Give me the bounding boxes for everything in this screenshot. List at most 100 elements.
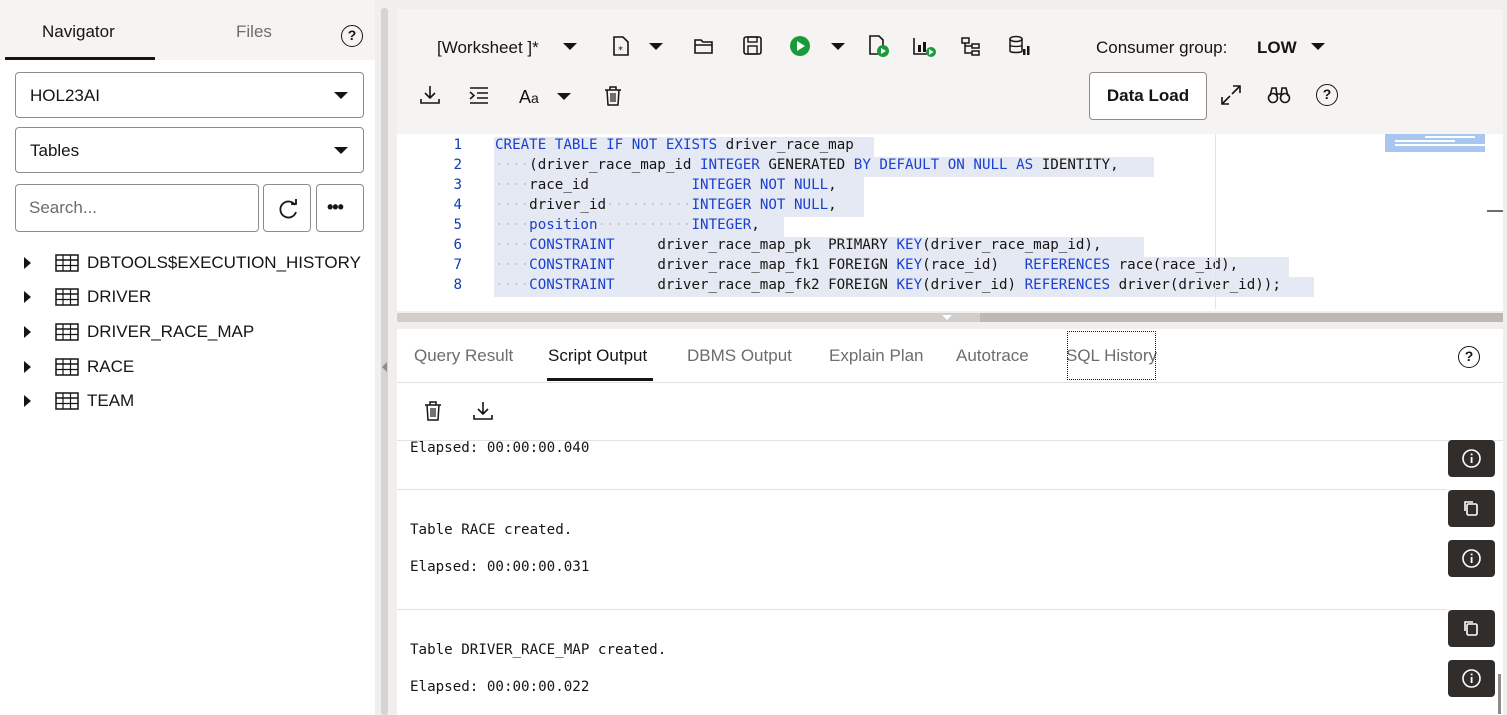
code-line[interactable]: 2 ····(driver_race_map_id INTEGER GENERAT…	[397, 157, 1503, 177]
clear-output-trash-icon[interactable]	[423, 400, 443, 422]
expand-caret-icon[interactable]	[24, 361, 31, 373]
code-line[interactable]: 1 CREATE TABLE IF NOT EXISTS driver_race_…	[397, 137, 1503, 157]
tree-item[interactable]: DRIVER	[20, 285, 151, 309]
font-case-icon[interactable]: Aa	[519, 87, 539, 108]
code-line[interactable]: 6 ····CONSTRAINT driver_race_map_pk PRIMA…	[397, 237, 1503, 257]
explain-plan-icon[interactable]	[912, 34, 938, 58]
consumer-group-label: Consumer group:	[1096, 38, 1228, 57]
code-line[interactable]: 3 ····race_id INTEGER NOT NULL,	[397, 177, 1503, 197]
trash-icon[interactable]	[603, 85, 623, 107]
tab-dbms-output[interactable]: DBMS Output	[687, 346, 792, 366]
output-tabs: Query Result Script Output DBMS Output E…	[397, 329, 1503, 383]
tree-item[interactable]: RACE	[20, 355, 134, 379]
new-worksheet-icon[interactable]: *	[610, 35, 632, 57]
expand-caret-icon[interactable]	[24, 257, 31, 269]
help-icon[interactable]: ?	[341, 25, 363, 47]
data-load-button[interactable]: Data Load	[1089, 72, 1207, 120]
line-number: 5	[453, 217, 462, 233]
worksheet-toolbar: [Worksheet ]* * Consumer group: LOW Aa D…	[397, 9, 1503, 134]
info-button[interactable]	[1448, 660, 1495, 697]
output-line: Elapsed: 00:00:00.022	[410, 679, 590, 695]
refresh-button[interactable]	[263, 184, 311, 232]
split-handle-icon[interactable]	[942, 315, 952, 320]
expand-caret-icon[interactable]	[24, 395, 31, 407]
table-icon	[55, 358, 79, 376]
chevron-down-icon[interactable]	[831, 43, 845, 50]
output-separator	[397, 489, 1447, 490]
line-number: 4	[453, 197, 462, 213]
line-number: 7	[453, 257, 462, 273]
tree-item[interactable]: DBTOOLS$EXECUTION_HISTORY	[20, 251, 361, 275]
run-script-icon[interactable]	[867, 34, 891, 58]
open-folder-icon[interactable]	[693, 36, 715, 56]
code-line[interactable]: 4 ····driver_id··········INTEGER NOT NULL…	[397, 197, 1503, 217]
code-text: ····driver_id··········INTEGER NOT NULL,	[495, 197, 837, 213]
output-line: Elapsed: 00:00:00.040	[410, 440, 590, 456]
worksheet-selector[interactable]: [Worksheet ]*	[437, 38, 539, 58]
code-text: ····CONSTRAINT driver_race_map_pk PRIMAR…	[495, 237, 1102, 253]
tab-explain-plan[interactable]: Explain Plan	[829, 346, 924, 366]
code-line[interactable]: 5 ····position···········INTEGER,	[397, 217, 1503, 237]
tree-item[interactable]: TEAM	[20, 389, 134, 413]
copy-button[interactable]	[1448, 490, 1495, 527]
scrollbar-thumb[interactable]	[980, 313, 1503, 322]
schema-select[interactable]: HOL23AI	[15, 72, 364, 118]
expand-icon[interactable]	[1220, 84, 1242, 106]
more-actions-button[interactable]: •••	[316, 184, 364, 232]
chevron-down-icon[interactable]	[563, 43, 577, 50]
svg-text:*: *	[618, 45, 623, 56]
collapse-arrow-icon[interactable]	[382, 362, 387, 372]
minimap-line	[1395, 144, 1485, 146]
run-statement-icon[interactable]	[789, 35, 811, 57]
find-binoculars-icon[interactable]	[1267, 85, 1291, 105]
code-text: ····(driver_race_map_id INTEGER GENERATE…	[495, 157, 1119, 173]
code-text: ····position···········INTEGER,	[495, 217, 760, 233]
expand-caret-icon[interactable]	[24, 291, 31, 303]
tab-script-output[interactable]: Script Output	[548, 346, 647, 366]
more-icon: •••	[327, 197, 344, 217]
download-icon[interactable]	[419, 84, 441, 106]
copy-icon	[1464, 621, 1478, 636]
refresh-icon	[279, 199, 297, 219]
info-button[interactable]	[1448, 540, 1495, 577]
line-number: 2	[453, 157, 462, 173]
tab-files[interactable]: Files	[236, 22, 272, 42]
download-output-icon[interactable]	[472, 400, 494, 422]
copy-button[interactable]	[1448, 610, 1495, 647]
line-number: 1	[453, 137, 462, 153]
expand-caret-icon[interactable]	[24, 326, 31, 338]
consumer-group-select[interactable]: LOW	[1257, 38, 1297, 58]
editor-horizontal-scrollbar[interactable]	[397, 313, 1503, 322]
editor-ruler	[1215, 134, 1216, 309]
table-icon	[55, 254, 79, 272]
format-indent-icon[interactable]	[468, 86, 490, 106]
help-icon[interactable]: ?	[1458, 346, 1480, 368]
tab-navigator[interactable]: Navigator	[42, 22, 115, 42]
focus-outline	[1067, 331, 1156, 380]
chevron-down-icon[interactable]	[1311, 43, 1325, 50]
output-scrollbar[interactable]	[1498, 674, 1501, 714]
code-line[interactable]: 8 ····CONSTRAINT driver_race_map_fk2 FORE…	[397, 277, 1503, 297]
table-icon	[55, 392, 79, 410]
tab-query-result[interactable]: Query Result	[414, 346, 513, 366]
tree-item[interactable]: DRIVER_RACE_MAP	[20, 320, 254, 344]
code-editor[interactable]: 1 CREATE TABLE IF NOT EXISTS driver_race_…	[397, 134, 1503, 309]
code-line[interactable]: 7 ····CONSTRAINT driver_race_map_fk1 FORE…	[397, 257, 1503, 277]
tab-autotrace[interactable]: Autotrace	[956, 346, 1029, 366]
code-text: ····CONSTRAINT driver_race_map_fk1 FOREI…	[495, 257, 1239, 273]
save-icon[interactable]	[742, 35, 764, 57]
sql-statistics-icon[interactable]	[1008, 35, 1032, 57]
chevron-down-icon[interactable]	[649, 43, 663, 50]
help-icon[interactable]: ?	[1316, 84, 1338, 106]
editor-minimap[interactable]	[1385, 134, 1485, 152]
code-text: ····CONSTRAINT driver_race_map_fk2 FOREI…	[495, 277, 1281, 293]
object-type-select[interactable]: Tables	[15, 127, 364, 173]
autotrace-icon[interactable]	[960, 36, 982, 56]
search-input[interactable]	[15, 184, 259, 232]
output-line: Elapsed: 00:00:00.031	[410, 559, 590, 575]
output-panel: Query Result Script Output DBMS Output E…	[397, 329, 1503, 715]
object-type-select-value: Tables	[30, 141, 80, 160]
schema-select-value: HOL23AI	[30, 86, 100, 105]
info-button[interactable]	[1448, 440, 1495, 477]
chevron-down-icon[interactable]	[557, 93, 571, 100]
